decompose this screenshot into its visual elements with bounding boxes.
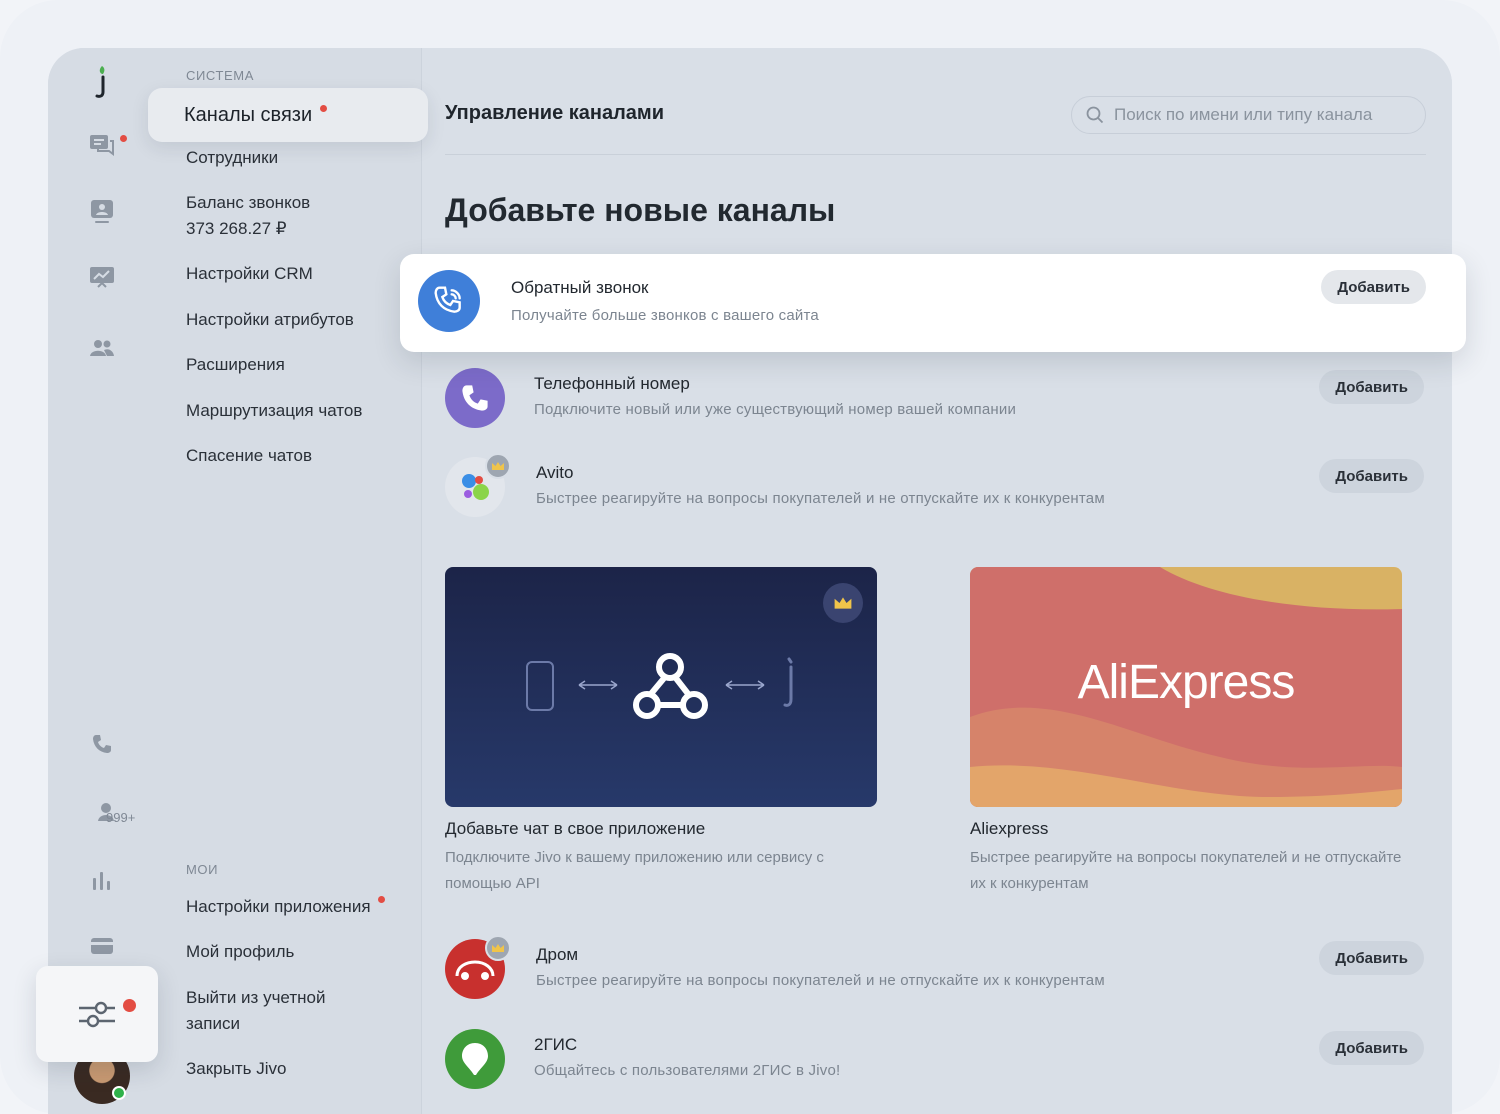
channel-description: Получайте больше звонков с вашего сайта: [511, 307, 819, 324]
aliexpress-promo-image: AliExpress: [970, 567, 1402, 807]
channel-description: Быстрее реагируйте на вопросы покупателе…: [536, 972, 1105, 989]
visitors-icon[interactable]: [88, 198, 116, 226]
phone-channel-logo: [445, 368, 505, 428]
page-title: Управление каналами: [445, 102, 665, 124]
settings-sliders-icon: [79, 1001, 115, 1028]
premium-crown-icon: [485, 453, 511, 479]
sidebar-item-attributes[interactable]: Настройки атрибутов: [186, 307, 354, 333]
channel-row-avito: Avito Быстрее реагируйте на вопросы поку…: [445, 453, 1424, 521]
sidebar-item-close-jivo[interactable]: Закрыть Jivo: [186, 1056, 286, 1082]
contacts-count-badge: 999+: [106, 810, 136, 825]
channel-row-callback: Обратный звонок Получайте больше звонков…: [400, 254, 1466, 352]
sidebar-item-call-balance[interactable]: Баланс звонков: [186, 190, 310, 216]
sidebar-item-my-profile[interactable]: Мой профиль: [186, 939, 294, 965]
jivo-logo-icon[interactable]: [88, 66, 116, 98]
add-avito-button[interactable]: Добавить: [1319, 459, 1424, 493]
phone-icon[interactable]: [88, 730, 116, 758]
add-phone-button[interactable]: Добавить: [1319, 370, 1424, 404]
add-callback-button[interactable]: Добавить: [1321, 270, 1426, 304]
sidebar-item-logout[interactable]: Выйти из учетной: [186, 985, 325, 1011]
channel-search[interactable]: [1071, 96, 1426, 134]
channel-description: Быстрее реагируйте на вопросы покупателе…: [536, 490, 1105, 507]
channel-row-drom: Дром Быстрее реагируйте на вопросы покуп…: [445, 935, 1424, 1003]
premium-crown-icon: [485, 935, 511, 961]
channel-description: Подключите новый или уже существующий но…: [534, 401, 1017, 418]
search-input[interactable]: [1114, 105, 1414, 125]
team-icon[interactable]: [88, 334, 116, 362]
promo-card-api[interactable]: Добавьте чат в свое приложение Подключит…: [445, 567, 877, 897]
sidebar-item-chat-rescue[interactable]: Спасение чатов: [186, 443, 312, 469]
online-status-dot: [112, 1086, 126, 1100]
promo-title: Добавьте чат в свое приложение: [445, 819, 706, 838]
billing-icon[interactable]: [88, 932, 116, 960]
sidebar-item-employees[interactable]: Сотрудники: [186, 145, 278, 171]
app-window: 999+ СИСТЕМА Сотрудники Баланс звонков 3…: [48, 48, 1452, 1114]
promo-title: Aliexpress: [970, 819, 1049, 838]
channel-row-phone: Телефонный номер Подключите новый или уж…: [445, 368, 1424, 432]
section-title: Добавьте новые каналы: [445, 192, 836, 228]
sidebar-item-crm[interactable]: Настройки CRM: [186, 261, 313, 287]
callback-channel-logo: [418, 270, 480, 332]
channel-name: Телефонный номер: [534, 374, 690, 393]
channel-name: Avito: [536, 463, 574, 482]
system-section-label: СИСТЕМА: [186, 68, 255, 83]
sidebar-item-extensions[interactable]: Расширения: [186, 352, 285, 378]
reports-icon[interactable]: [88, 264, 116, 292]
stats-icon[interactable]: [88, 866, 116, 894]
add-drom-button[interactable]: Добавить: [1319, 941, 1424, 975]
my-section-label: МОИ: [186, 862, 219, 877]
app-settings-notification-dot: [378, 896, 386, 903]
app-settings-label: Настройки приложения: [186, 897, 371, 916]
sidebar-item-logout-line2[interactable]: записи: [186, 1011, 240, 1037]
phone-ringing-icon: [434, 286, 461, 313]
2gis-logo: [445, 1029, 505, 1089]
channels-notification-dot: [320, 104, 328, 112]
sidebar-item-channels[interactable]: Каналы связи: [148, 88, 428, 142]
header-divider: [445, 154, 1426, 155]
call-balance-value: 373 268.27 ₽: [186, 219, 287, 238]
channels-label: Каналы связи: [184, 103, 313, 126]
settings-sliders-button[interactable]: [36, 966, 158, 1062]
sidebar-item-app-settings[interactable]: Настройки приложения: [186, 894, 386, 920]
promo-description: Подключите Jivo к вашему приложению или …: [445, 849, 824, 892]
search-icon: [1086, 106, 1104, 124]
phone-icon: [462, 385, 488, 411]
add-2gis-button[interactable]: Добавить: [1319, 1031, 1424, 1065]
chats-icon[interactable]: [88, 132, 127, 160]
channel-description: Общайтесь с пользователями 2ГИС в Jivo!: [534, 1062, 841, 1079]
promo-description: Быстрее реагируйте на вопросы покупателе…: [970, 849, 1402, 892]
icon-rail: 999+: [48, 48, 148, 1114]
chats-notification-dot: [120, 135, 127, 142]
webhook-diagram-icon: [526, 653, 793, 719]
channel-name: Дром: [536, 945, 579, 964]
settings-notification-dot: [123, 999, 136, 1012]
main-content: Управление каналами Добавьте новые канал…: [422, 48, 1452, 1114]
channel-name: Обратный звонок: [511, 278, 649, 297]
aliexpress-logo-text: AliExpress: [1077, 656, 1296, 709]
settings-sidebar: СИСТЕМА Сотрудники Баланс звонков 373 26…: [148, 48, 422, 1114]
channel-row-2gis: 2ГИС Общайтесь с пользователями 2ГИС в J…: [445, 1029, 1424, 1093]
channel-name: 2ГИС: [534, 1035, 578, 1054]
promo-card-aliexpress[interactable]: AliExpress Aliexpress Быстрее реагируйте…: [970, 567, 1402, 897]
api-promo-image: [445, 567, 877, 807]
sidebar-item-chat-routing[interactable]: Маршрутизация чатов: [186, 398, 362, 424]
